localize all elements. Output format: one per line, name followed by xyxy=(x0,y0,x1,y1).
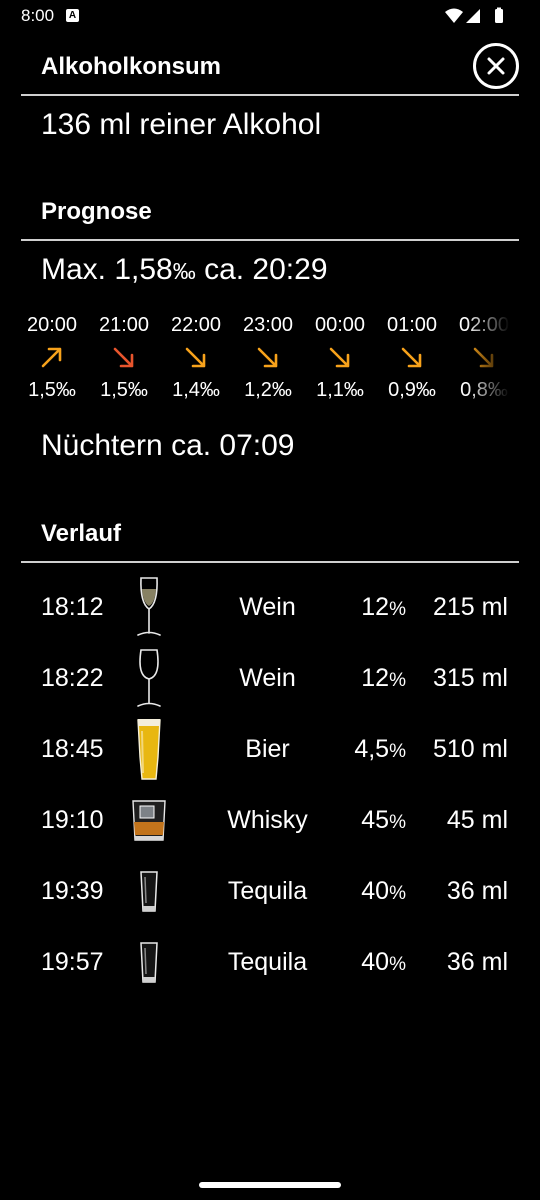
forecast-hour-value: 0,9‰ xyxy=(388,379,436,401)
whisky-glass-icon xyxy=(128,785,170,856)
history-row-drink: Wein xyxy=(239,593,296,621)
history-row-volume: 215 ml xyxy=(432,593,508,621)
forecast-hour-value: 1,1‰ xyxy=(316,379,364,401)
forecast-hour-time: 00:00 xyxy=(314,314,366,336)
forecast-max-value: Max. 1,58 xyxy=(41,253,173,286)
history-row-volume: 45 ml xyxy=(446,806,508,834)
trend-up-icon xyxy=(21,338,90,376)
home-indicator[interactable] xyxy=(199,1182,341,1188)
status-time: 8:00 xyxy=(21,6,55,25)
trend-down-icon xyxy=(374,338,450,376)
forecast-max-time: ca. 20:29 xyxy=(195,253,328,286)
history-row-percent-value: 12 xyxy=(361,664,390,692)
forecast-hour-time: 20:00 xyxy=(26,314,78,336)
history-row-percent-value: 4,5 xyxy=(354,735,390,763)
white-wine-glass-icon xyxy=(128,572,170,643)
red-wine-glass-icon xyxy=(128,643,170,714)
beer-glass-icon xyxy=(128,714,170,785)
history-row[interactable]: 18:45 Bier 4,5% 510 ml xyxy=(0,714,540,785)
forecast-max: Max. 1,58‰ ca. 20:29 xyxy=(41,253,328,287)
history-row-volume: 36 ml xyxy=(446,948,508,976)
history-row-percent: 45% xyxy=(340,785,406,856)
history-row-percent: 40% xyxy=(340,856,406,927)
status-icons xyxy=(445,7,503,23)
history-row-time: 19:10 xyxy=(41,806,104,834)
screen: 8:00 A Alkoholkonsum 136 ml reiner Alkoh… xyxy=(0,0,540,1200)
forecast-hour-value: 1,2‰ xyxy=(244,379,292,401)
notification-icon: A xyxy=(66,9,79,22)
forecast-hour-time: 23:00 xyxy=(242,314,294,336)
total-alcohol: 136 ml reiner Alkohol xyxy=(41,108,322,141)
history-row-drink: Wein xyxy=(239,664,296,692)
trend-down-icon xyxy=(302,338,378,376)
consumption-divider xyxy=(21,94,519,96)
history-row-time: 19:57 xyxy=(41,948,104,976)
forecast-hour: 21:00 1,5‰ xyxy=(86,312,162,404)
shot-glass-icon xyxy=(128,856,170,927)
status-bar: 8:00 A xyxy=(0,0,540,32)
history-row-volume: 315 ml xyxy=(432,664,508,692)
history-row-percent-sign: % xyxy=(389,741,406,762)
history-row[interactable]: 18:12 Wein 12% 215 ml xyxy=(0,572,540,643)
close-button[interactable] xyxy=(473,43,519,89)
forecast-hour-time: 21:00 xyxy=(98,314,150,336)
sober-time: Nüchtern ca. 07:09 xyxy=(41,429,295,462)
history-row[interactable]: 19:10 Whisky 45% 45 ml xyxy=(0,785,540,856)
history-row-time: 18:12 xyxy=(41,593,104,621)
history-row-percent-value: 45 xyxy=(361,806,390,834)
shot-glass-icon xyxy=(128,927,170,998)
history-row-percent-sign: % xyxy=(389,599,406,620)
history-row-time: 19:39 xyxy=(41,877,104,905)
forecast-divider xyxy=(21,239,519,241)
history-row-drink: Tequila xyxy=(227,877,308,905)
forecast-hour: 23:00 1,2‰ xyxy=(230,312,306,404)
history-row-volume: 510 ml xyxy=(432,735,508,763)
history-row-percent-sign: % xyxy=(389,670,406,691)
forecast-hour-time: 22:00 xyxy=(170,314,222,336)
battery-icon xyxy=(495,9,503,23)
history-row-percent: 12% xyxy=(340,572,406,643)
forecast-hour: 22:00 1,4‰ xyxy=(158,312,234,404)
history-row-time: 18:22 xyxy=(41,664,104,692)
forecast-hour-value: 1,5‰ xyxy=(28,379,76,401)
history-row-percent-value: 40 xyxy=(361,877,390,905)
forecast-hour-value: 1,4‰ xyxy=(172,379,220,401)
history-row-drink: Whisky xyxy=(227,806,308,834)
history-row-drink: Bier xyxy=(245,735,290,763)
history-row-time: 18:45 xyxy=(41,735,104,763)
consumption-title: Alkoholkonsum xyxy=(41,53,222,80)
trend-down-icon xyxy=(86,338,162,376)
forecast-hour-time: 01:00 xyxy=(386,314,438,336)
history-row[interactable]: 19:57 Tequila 40% 36 ml xyxy=(0,927,540,998)
forecast-fade xyxy=(466,312,510,410)
history-row-percent-value: 12 xyxy=(361,593,390,621)
history-row[interactable]: 19:39 Tequila 40% 36 ml xyxy=(0,856,540,927)
history-row-volume: 36 ml xyxy=(446,877,508,905)
forecast-hour: 20:00 1,5‰ xyxy=(21,312,90,404)
close-icon xyxy=(487,57,505,75)
history-row-percent: 4,5% xyxy=(340,714,406,785)
history-title: Verlauf xyxy=(41,520,122,547)
forecast-strip[interactable]: 20:00 1,5‰ 21:00 1,5‰ 22:00 1,4‰ 23:00 1,2‰ 00:0… xyxy=(21,312,510,410)
history-row[interactable]: 18:22 Wein 12% 315 ml xyxy=(0,643,540,714)
history-row-percent-sign: % xyxy=(389,812,406,833)
history-row-percent: 40% xyxy=(340,927,406,998)
forecast-hour: 01:00 0,9‰ xyxy=(374,312,450,404)
history-divider xyxy=(21,561,519,563)
wifi-icon xyxy=(445,8,463,23)
history-row-percent-value: 40 xyxy=(361,948,390,976)
trend-down-icon xyxy=(158,338,234,376)
forecast-max-unit: ‰ xyxy=(172,258,196,284)
history-row-drink: Tequila xyxy=(227,948,308,976)
trend-down-icon xyxy=(230,338,306,376)
history-row-percent-sign: % xyxy=(389,954,406,975)
history-row-percent: 12% xyxy=(340,643,406,714)
signal-icon xyxy=(466,9,480,23)
forecast-hour-value: 1,5‰ xyxy=(100,379,148,401)
forecast-title: Prognose xyxy=(41,198,152,225)
forecast-hour: 00:00 1,1‰ xyxy=(302,312,378,404)
history-row-percent-sign: % xyxy=(389,883,406,904)
